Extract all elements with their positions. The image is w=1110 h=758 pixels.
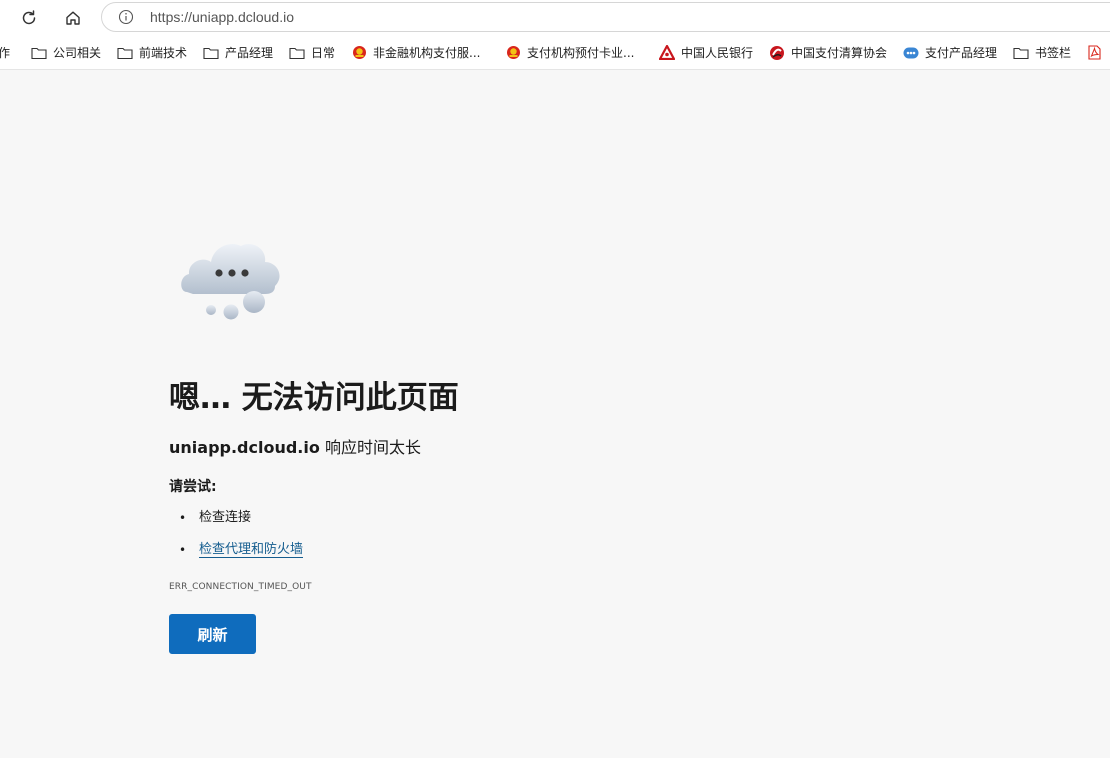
site-info-icon[interactable] — [118, 9, 134, 29]
refresh-button[interactable]: 刷新 — [169, 614, 256, 654]
bookmark-label: 支付机构预付卡业... — [527, 46, 635, 60]
pboc-logo-icon — [659, 45, 675, 60]
error-reason: 响应时间太长 — [319, 438, 421, 457]
folder-icon — [289, 47, 305, 59]
pm-logo-icon — [903, 47, 919, 58]
bookmark-work[interactable]: 工作 — [0, 36, 10, 69]
bookmark-daily[interactable]: 日常 — [289, 36, 335, 69]
try-label: 请尝试: — [169, 479, 217, 495]
bookmark-bookmarks-folder[interactable]: 书签栏 — [1013, 36, 1071, 69]
bookmark-label: 中国人民银行 — [681, 46, 754, 60]
proxy-firewall-link[interactable]: 检查代理和防火墙 — [199, 542, 304, 558]
bookmark-label: 书签栏 — [1035, 46, 1072, 60]
address-bar[interactable]: https://uniapp.dcloud.io — [101, 2, 1110, 32]
bookmark-label: 产品经理 — [225, 46, 274, 60]
bookmark-payment-pm[interactable]: 支付产品经理 — [903, 36, 997, 69]
bookmark-pdf[interactable] — [1088, 36, 1107, 69]
folder-icon — [203, 47, 219, 59]
suggestion-check-connection: 检查连接 — [169, 508, 303, 540]
folder-icon — [1013, 47, 1029, 59]
national-emblem-icon — [507, 46, 520, 59]
refresh-nav-button[interactable] — [15, 4, 43, 32]
refresh-icon — [22, 10, 36, 25]
bookmark-prepaid-card[interactable]: 支付机构预付卡业... — [506, 36, 634, 69]
bookmark-pm[interactable]: 产品经理 — [203, 36, 273, 69]
bookmark-label: 中国支付清算协会 — [791, 46, 888, 60]
bookmark-label: 日常 — [311, 46, 336, 60]
error-host: uniapp.dcloud.io — [169, 438, 320, 457]
bookmark-label: 支付产品经理 — [925, 46, 998, 60]
bookmark-label: 工作 — [0, 44, 10, 61]
bookmark-frontend[interactable]: 前端技术 — [117, 36, 187, 69]
suggestion-list: 检查连接 检查代理和防火墙 — [169, 508, 304, 572]
bookmark-company[interactable]: 公司相关 — [31, 36, 101, 69]
error-message: uniapp.dcloud.io 响应时间太长 — [169, 434, 421, 458]
error-code: ERR_CONNECTION_TIMED_OUT — [169, 582, 312, 592]
bookmark-label: 非金融机构支付服... — [373, 46, 481, 60]
bookmark-label: 公司相关 — [53, 46, 102, 60]
error-headline: 嗯… 无法访问此页面 — [169, 380, 459, 416]
suggestion-text: 检查连接 — [199, 510, 252, 525]
home-button[interactable] — [59, 4, 87, 32]
bookmarks-bar: 工作 公司相关 前端技术 产品经理 日常 非金融机构支付服... 支付机构预付卡… — [0, 36, 1110, 70]
home-icon — [66, 11, 80, 25]
folder-icon — [117, 47, 133, 59]
bookmark-pcac[interactable]: 中国支付清算协会 — [769, 36, 887, 69]
bookmark-pboc[interactable]: 中国人民银行 — [659, 36, 753, 69]
browser-toolbar: https://uniapp.dcloud.io — [0, 0, 1110, 36]
pdf-icon — [1088, 45, 1101, 60]
folder-icon — [31, 47, 47, 59]
cloud-thinking-icon — [181, 243, 280, 320]
bookmark-label: 前端技术 — [139, 46, 188, 60]
bookmark-nonfinancial-payment[interactable]: 非金融机构支付服... — [352, 36, 480, 69]
pcac-logo-icon — [770, 45, 784, 60]
url-text[interactable]: https://uniapp.dcloud.io — [150, 9, 294, 25]
suggestion-check-proxy-firewall[interactable]: 检查代理和防火墙 — [169, 540, 304, 572]
national-emblem-icon — [353, 46, 366, 59]
